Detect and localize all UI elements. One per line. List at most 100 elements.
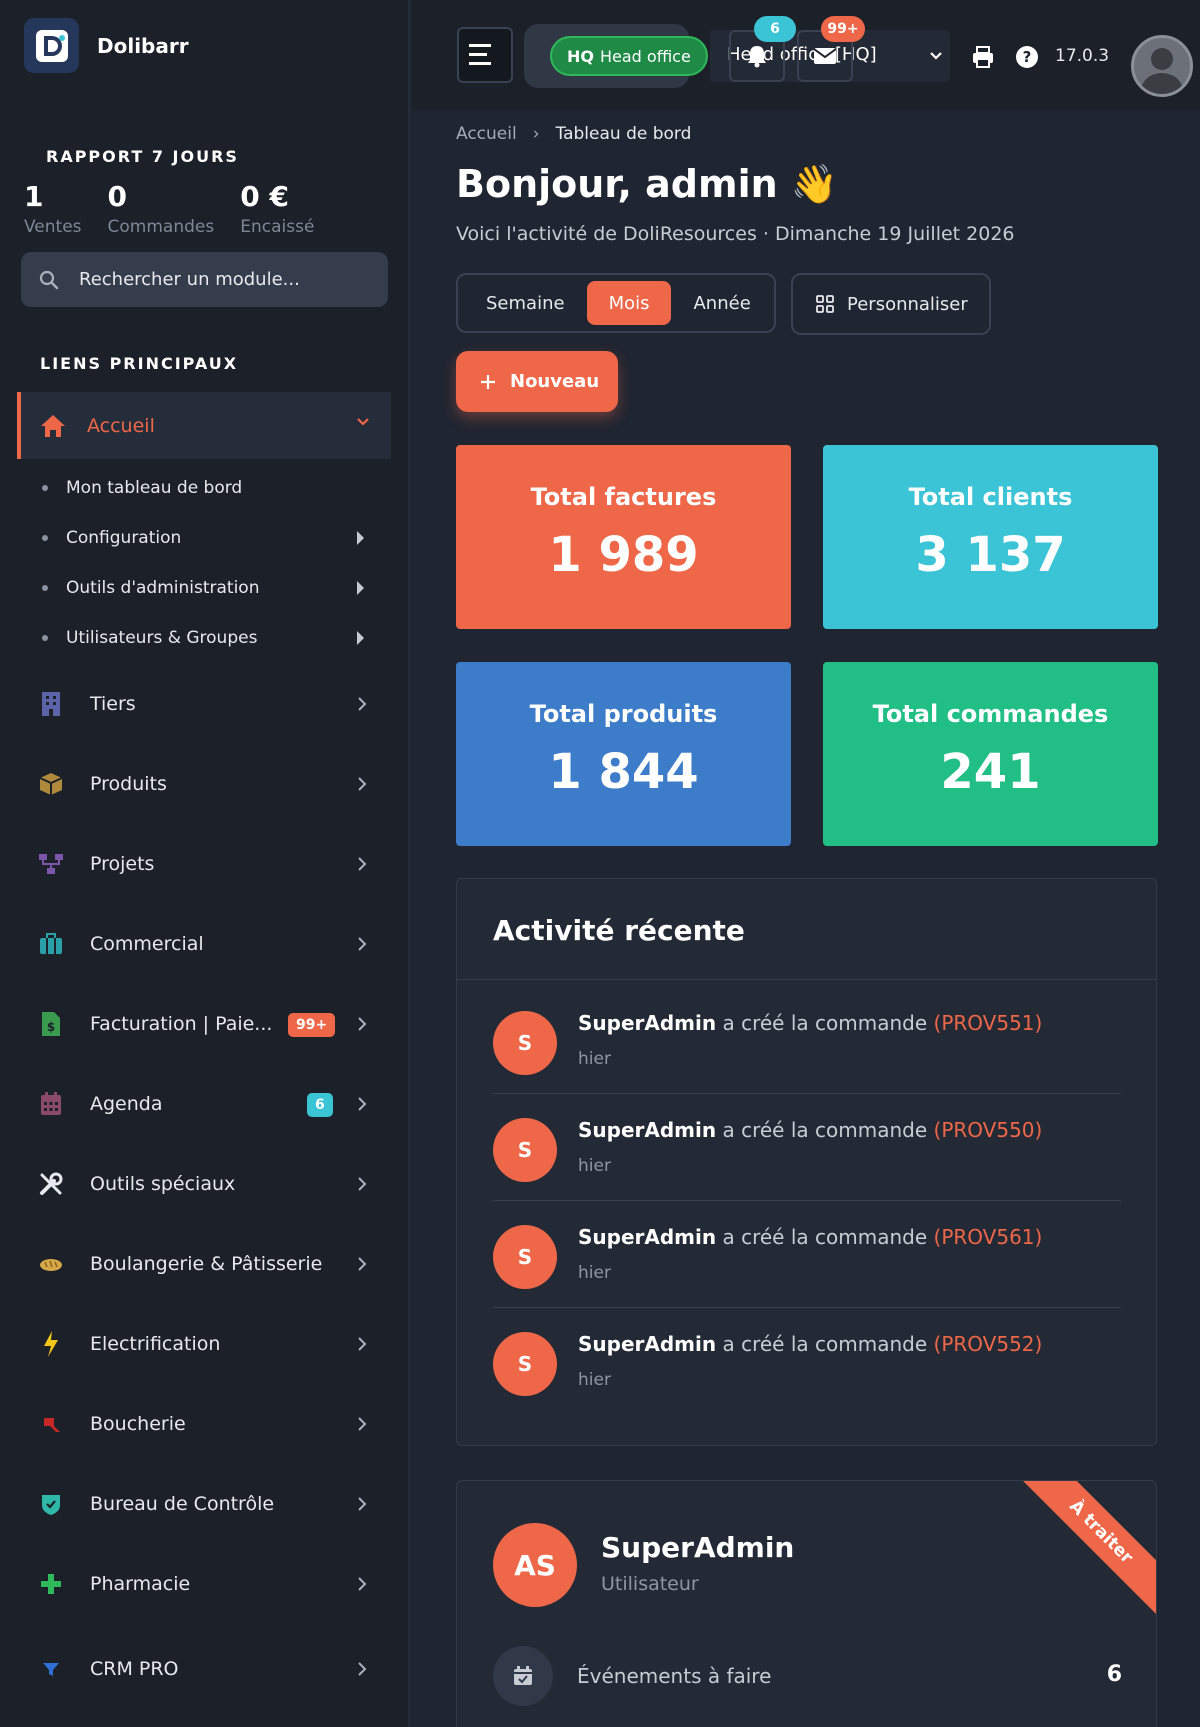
- panel-title: Activité récente: [493, 914, 745, 947]
- caret-right-icon: [357, 631, 364, 645]
- sidebar-item-pharmacie[interactable]: Pharmacie: [36, 1564, 376, 1604]
- funnel-icon: [36, 1654, 66, 1684]
- period-month-button[interactable]: Mois: [586, 281, 672, 325]
- shield-check-icon: [36, 1489, 66, 1519]
- menu-collapse-icon: [469, 44, 497, 65]
- bullet: [42, 485, 48, 491]
- customize-button[interactable]: Personnaliser: [791, 273, 991, 335]
- search-icon: [39, 270, 59, 289]
- card-title: Total clients: [908, 483, 1073, 511]
- sidebar-item-label: Electrification: [90, 1333, 221, 1355]
- card-total-orders[interactable]: Total commandes 241: [823, 662, 1158, 846]
- submenu-label: Configuration: [66, 528, 182, 548]
- print-icon[interactable]: [971, 45, 995, 69]
- new-label: Nouveau: [510, 371, 600, 392]
- brand[interactable]: Dolibarr: [24, 18, 189, 73]
- breadcrumb-home[interactable]: Accueil: [456, 124, 517, 144]
- period-year-button[interactable]: Année: [671, 281, 772, 325]
- sidebar-item-boucherie[interactable]: Boucherie: [36, 1404, 376, 1444]
- sidebar-item-label: Tiers: [90, 693, 136, 715]
- sidebar-item-label: Pharmacie: [90, 1573, 191, 1595]
- sidebar-item-bureau-controle[interactable]: Bureau de Contrôle: [36, 1484, 376, 1524]
- meat-icon: [36, 1409, 66, 1439]
- cross-icon: [36, 1569, 66, 1599]
- entity-pill[interactable]: HQ Head office: [550, 36, 708, 76]
- stat-label: Commandes: [107, 217, 215, 237]
- events-todo-label[interactable]: Événements à faire: [577, 1664, 771, 1688]
- activity-ref-link[interactable]: (PROV551): [934, 1011, 1043, 1035]
- entity-name: Head office: [600, 46, 691, 66]
- app-version: 17.0.3: [1055, 46, 1110, 66]
- recent-activity-panel: Activité récente S SuperAdmin a créé la …: [456, 878, 1157, 1446]
- chevron-down-icon: [930, 52, 942, 60]
- activity-user: SuperAdmin: [578, 1118, 717, 1142]
- stat-label: Ventes: [24, 217, 82, 237]
- agenda-count-badge: 6: [307, 1093, 333, 1117]
- card-total-customers[interactable]: Total clients 3 137: [823, 445, 1158, 629]
- card-title: Total factures: [530, 483, 717, 511]
- sidebar-item-outils-speciaux[interactable]: Outils spéciaux: [36, 1164, 376, 1204]
- activity-item[interactable]: S SuperAdmin a créé la commande (PROV561…: [493, 1201, 1121, 1308]
- chevron-right-icon: [358, 1662, 367, 1676]
- chevron-right-icon: [358, 777, 367, 791]
- sidebar-item-tiers[interactable]: Tiers: [36, 684, 376, 724]
- activity-time: hier: [578, 1049, 611, 1069]
- sidebar-item-label: Commercial: [90, 933, 204, 955]
- brand-name: Dolibarr: [97, 33, 189, 58]
- chevron-right-icon: [358, 697, 367, 711]
- bullet: [42, 585, 48, 591]
- chevron-down-icon: [357, 418, 369, 426]
- menu-toggle-button[interactable]: [457, 27, 513, 83]
- help-icon[interactable]: ?: [1015, 45, 1039, 69]
- chevron-right-icon: [358, 937, 367, 951]
- submenu-item-users-groups[interactable]: Utilisateurs & Groupes: [42, 623, 372, 653]
- chevron-right-icon: [358, 1497, 367, 1511]
- bullet: [42, 535, 48, 541]
- sidebar-item-facturation[interactable]: $ Facturation | Paie... 99+: [36, 1004, 376, 1044]
- user-avatar[interactable]: [1131, 35, 1193, 97]
- stat-value: 0 €: [240, 180, 289, 213]
- unpaid-count-badge: 99+: [288, 1013, 336, 1037]
- activity-item[interactable]: S SuperAdmin a créé la commande (PROV551…: [493, 987, 1121, 1094]
- card-total-invoices[interactable]: Total factures 1 989: [456, 445, 791, 629]
- sidebar-item-boulangerie[interactable]: Boulangerie & Pâtisserie: [36, 1244, 376, 1284]
- chevron-right-icon: [358, 1257, 367, 1271]
- submenu-label: Outils d'administration: [66, 578, 260, 598]
- events-todo-count: 6: [1106, 1662, 1122, 1687]
- activity-ref-link[interactable]: (PROV552): [934, 1332, 1043, 1356]
- submenu-item-admin-tools[interactable]: Outils d'administration: [42, 573, 372, 603]
- sidebar-item-projets[interactable]: Projets: [36, 844, 376, 884]
- calendar-icon: [36, 1089, 66, 1119]
- sidebar-item-agenda[interactable]: Agenda 6: [36, 1084, 376, 1124]
- card-total-products[interactable]: Total produits 1 844: [456, 662, 791, 846]
- activity-item[interactable]: S SuperAdmin a créé la commande (PROV552…: [493, 1308, 1121, 1415]
- sidebar-item-commercial[interactable]: Commercial: [36, 924, 376, 964]
- sidebar-item-label: Projets: [90, 853, 155, 875]
- tools-icon: [36, 1169, 66, 1199]
- period-week-button[interactable]: Semaine: [464, 281, 587, 325]
- notifications-count-badge: 6: [754, 16, 796, 42]
- stat-collected: 0 € Encaissé: [240, 180, 314, 237]
- activity-avatar: S: [493, 1332, 557, 1396]
- sidebar-item-label: Bureau de Contrôle: [90, 1493, 275, 1515]
- sidebar-item-label: Facturation | Paie...: [90, 1013, 273, 1035]
- breadcrumb: Accueil › Tableau de bord: [456, 124, 691, 144]
- submenu-item-configuration[interactable]: Configuration: [42, 523, 372, 553]
- submenu-item-dashboard[interactable]: Mon tableau de bord: [42, 473, 372, 503]
- activity-action: a créé la commande: [722, 1011, 928, 1035]
- card-title: Total commandes: [872, 700, 1109, 728]
- sidebar-item-label: Agenda: [90, 1093, 163, 1115]
- sidebar-item-produits[interactable]: Produits: [36, 764, 376, 804]
- todo-ribbon: À traiter: [1013, 1481, 1156, 1620]
- sidebar-item-electrification[interactable]: Electrification: [36, 1324, 376, 1364]
- activity-ref-link[interactable]: (PROV550): [934, 1118, 1043, 1142]
- activity-ref-link[interactable]: (PROV561): [934, 1225, 1043, 1249]
- user-card-role: Utilisateur: [601, 1573, 699, 1595]
- module-search-input[interactable]: Rechercher un module...: [21, 252, 388, 307]
- new-button[interactable]: Nouveau: [456, 351, 618, 412]
- sidebar-item-accueil[interactable]: Accueil: [17, 392, 391, 459]
- report-stats: 1 Ventes 0 Commandes 0 € Encaissé: [24, 180, 340, 237]
- svg-text:?: ?: [1023, 48, 1032, 66]
- sidebar-item-crm-pro[interactable]: CRM PRO: [36, 1649, 376, 1689]
- activity-item[interactable]: S SuperAdmin a créé la commande (PROV550…: [493, 1094, 1121, 1201]
